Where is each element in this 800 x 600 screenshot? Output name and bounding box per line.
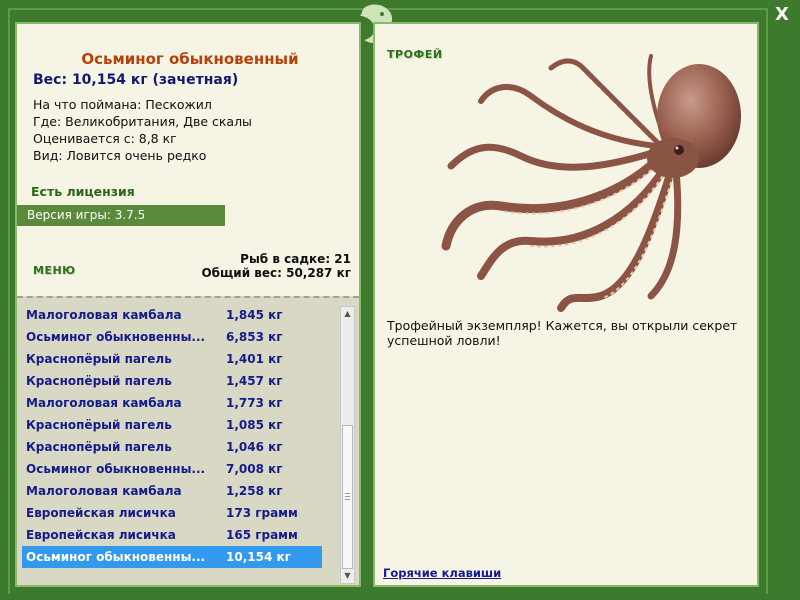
scroll-grip [345,493,350,494]
catch-fish-name: Краснопёрый пагель [26,418,172,432]
catch-fish-name: Краснопёрый пагель [26,374,172,388]
catch-fish-name: Осьминог обыкновенны... [26,330,206,344]
octopus-image [441,54,741,312]
catch-fish-name: Европейская лисичка [26,528,176,542]
catch-list-rows: Малоголовая камбала 1,845 кг Осьминог обык… [22,304,322,568]
catch-fish-weight: 173 грамм [226,506,298,520]
hotkeys-link[interactable]: Горячие клавиши [383,566,501,580]
catch-list-row[interactable]: Краснопёрый пагель 1,046 кг [22,436,322,458]
net-total-weight: Общий вес: 50,287 кг [201,266,351,280]
catch-fish-name: Осьминог обыкновенны... [26,550,206,564]
catch-fish-name: Малоголовая камбала [26,484,182,498]
catch-fish-name: Краснопёрый пагель [26,440,172,454]
scroll-grip [345,499,350,500]
catch-list-row[interactable]: Краснопёрый пагель 1,085 кг [22,414,322,436]
catch-list-row[interactable]: Европейская лисичка 165 грамм [22,524,322,546]
trophy-panel: ТРОФЕЙ Трофейный экземпляр! Кажется, вы … [373,22,759,587]
catch-fish-weight: 1,085 кг [226,418,283,432]
frame-right-line [766,8,768,594]
catch-list-row[interactable]: Малоголовая камбала 1,258 кг [22,480,322,502]
catch-fish-weight: 1,773 кг [226,396,283,410]
catch-fish-weight: 10,154 кг [226,550,291,564]
license-status: Есть лицензия [31,184,135,199]
fish-info-panel: Осьминог обыкновенный Вес: 10,154 кг (за… [15,22,361,587]
catch-fish-weight: 6,853 кг [226,330,283,344]
fish-title: Осьминог обыкновенный [81,50,299,68]
scroll-thumb[interactable] [342,425,353,569]
catch-fish-weight: 1,845 кг [226,308,283,322]
catch-fish-name: Малоголовая камбала [26,396,182,410]
location-text: Где: Великобритания, Две скалы [33,114,252,129]
net-count: Рыб в садке: 21 [240,252,351,266]
fish-weight: Вес: 10,154 кг (зачетная) [33,72,239,88]
catch-list-scrollbar[interactable]: ▲ ▼ [340,306,355,584]
catch-list-row[interactable]: Европейская лисичка 173 грамм [22,502,322,524]
catch-fish-weight: 165 грамм [226,528,298,542]
menu-tab[interactable]: МЕНЮ [33,264,76,277]
catch-fish-weight: 1,046 кг [226,440,283,454]
close-icon[interactable]: X [770,4,794,26]
catch-list-row[interactable]: Малоголовая камбала 1,773 кг [22,392,322,414]
catch-list: Малоголовая камбала 1,845 кг Осьминог обык… [17,296,359,585]
scroll-grip [345,496,350,497]
catch-list-row[interactable]: Малоголовая камбала 1,845 кг [22,304,322,326]
trophy-description: Трофейный экземпляр! Кажется, вы открыли… [387,318,738,348]
frame-left-line [8,8,10,594]
catch-list-row[interactable]: Осьминог обыкновенны... 6,853 кг [22,326,322,348]
catch-list-row[interactable]: Осьминог обыкновенны... 7,008 кг [22,458,322,480]
catch-list-row[interactable]: Осьминог обыкновенны... 10,154 кг [22,546,322,568]
version-bar: Версия игры: 3.7.5 [17,205,225,226]
scroll-up-icon[interactable]: ▲ [341,307,354,321]
catch-fish-weight: 1,401 кг [226,352,283,366]
catch-fish-name: Европейская лисичка [26,506,176,520]
catch-fish-weight: 7,008 кг [226,462,283,476]
catch-fish-name: Осьминог обыкновенны... [26,462,206,476]
catch-list-row[interactable]: Краснопёрый пагель 1,401 кг [22,348,322,370]
kind-text: Вид: Ловится очень редко [33,148,207,163]
scroll-down-icon[interactable]: ▼ [341,569,354,583]
catch-fish-weight: 1,457 кг [226,374,283,388]
catch-list-row[interactable]: Краснопёрый пагель 1,457 кг [22,370,322,392]
caught-with-text: На что поймана: Пескожил [33,97,212,112]
net-stats: Рыб в садке: 21 Общий вес: 50,287 кг [201,252,351,280]
catch-fish-name: Краснопёрый пагель [26,352,172,366]
catch-fish-weight: 1,258 кг [226,484,283,498]
catch-fish-name: Малоголовая камбала [26,308,182,322]
valued-from-text: Оценивается с: 8,8 кг [33,131,177,146]
